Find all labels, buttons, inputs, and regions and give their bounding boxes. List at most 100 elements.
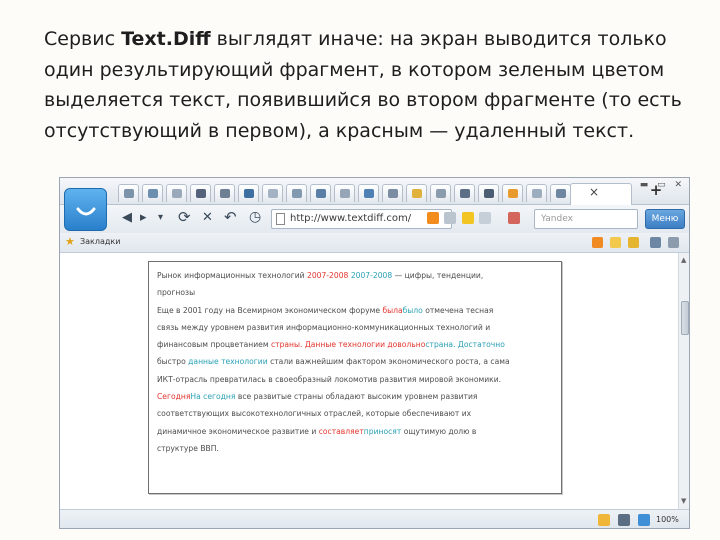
history-icon[interactable]: ◷ [249,209,261,225]
tab-4[interactable] [190,184,211,202]
tab-5[interactable] [214,184,235,202]
navigation-bar: ◀ ▸ ▾ ⟳ ✕ ↶ ◷ http://www.textdiff.com/ Y… [60,205,689,233]
scroll-down-icon[interactable]: ▼ [681,497,686,505]
diff-text-segment: динамичное экономическое развитие и [157,426,319,436]
diff-text-segment: ИКТ-отрасль превратилась в своеобразный … [157,374,502,384]
inserted-text: страна. Достаточно [425,340,505,350]
diff-text-segment: все развитые страны обладают высоким уро… [235,392,478,402]
tab-18[interactable] [526,184,547,202]
address-bar[interactable]: http://www.textdiff.com/ [271,209,452,229]
tab-6[interactable] [238,184,259,202]
deleted-text: была [382,305,403,315]
tab-9[interactable] [310,184,331,202]
diff-text-segment: соответствующих высокотехнологичных отра… [157,409,472,419]
diff-text-segment: Еще в 2001 году на Всемирном экономическ… [157,305,383,315]
deleted-text: страны. Данные технологии довольно [270,340,426,350]
service-name: Text.Diff [121,28,211,50]
browser-window: × + ▬ ▭ ✕ ◀ ▸ ▾ ⟳ ✕ ↶ ◷ http://www.textd… [59,177,690,529]
dropdown-icon[interactable] [479,212,491,224]
deleted-text: составляет [318,426,364,436]
page-content: Рынок информационных технологий 2007-200… [60,253,678,509]
diff-text-segment: Рынок информационных технологий [157,271,307,280]
tab-active-textdiff[interactable] [570,183,632,205]
page-icon [276,213,285,225]
diff-text-segment: — цифры, тенденции, [392,271,484,280]
tab-17[interactable] [502,184,523,202]
diff-line: связь между уровнем развития информацион… [157,319,551,336]
tab-10[interactable] [334,184,355,202]
tab-16[interactable] [478,184,499,202]
deleted-text: Сегодня [157,392,191,402]
tools-icon[interactable] [650,237,661,248]
sound-icon[interactable] [618,514,630,526]
window-controls[interactable]: ▬ ▭ ✕ [640,180,685,190]
deleted-text: 2007-2008 [306,271,349,280]
rss-feed-icon[interactable] [592,237,603,248]
bookmarks-bar: ★ Закладки [60,233,689,253]
history-dropdown-icon[interactable]: ▾ [158,212,163,223]
diff-text: Рынок информационных технологий 2007-200… [157,267,551,457]
diff-line: соответствующих высокотехнологичных отра… [157,405,551,422]
diff-result-box: Рынок информационных технологий 2007-200… [148,261,562,494]
diff-text-segment: ощутимую долю в [401,426,477,436]
search-input[interactable]: Yandex [534,209,638,229]
diff-line: динамичное экономическое развитие и сост… [157,423,551,440]
stop-icon[interactable]: ✕ [202,210,213,225]
tab-15[interactable] [454,184,475,202]
bookmarks-star-icon[interactable]: ★ [65,235,75,248]
diff-line: Рынок информационных технологий 2007-200… [157,267,551,284]
scroll-up-icon[interactable]: ▲ [681,256,686,264]
tab-8[interactable] [286,184,307,202]
status-bar: 100% [60,509,689,528]
vertical-scrollbar[interactable]: ▲ ▼ [678,253,689,509]
diff-line: СегодняНа сегодня все развитые страны об… [157,388,551,405]
menu-button[interactable]: Меню [645,209,685,229]
zoom-icon[interactable] [638,514,650,526]
settings-icon[interactable] [668,237,679,248]
slide-text-start: Сервис [44,28,122,50]
tab-bar: × + ▬ ▭ ✕ [60,178,689,205]
address-url: http://www.textdiff.com/ [290,213,412,224]
diff-text-segment: финансовым процветанием [157,340,271,350]
diff-line: финансовым процветанием страны. Данные т… [157,336,551,353]
diff-line: ИКТ-отрасль превратилась в своеобразный … [157,371,551,388]
back-icon[interactable]: ◀ [122,210,132,225]
tab-2[interactable] [142,184,163,202]
tab-12[interactable] [382,184,403,202]
inserted-text: было [402,305,423,315]
tab-19[interactable] [550,184,571,202]
tab-11[interactable] [358,184,379,202]
reload-icon[interactable]: ⟳ [178,208,191,226]
diff-line: структуре ВВП. [157,440,551,457]
diff-line: быстро данные технологии стали важнейшим… [157,353,551,370]
zoom-level[interactable]: 100% [656,515,679,524]
scroll-thumb[interactable] [681,301,689,335]
forward-icon[interactable]: ▸ [140,210,147,225]
diff-line: прогнозы [157,284,551,301]
undo-icon[interactable]: ↶ [224,208,237,226]
diff-text-segment: прогнозы [157,288,196,298]
tab-1[interactable] [118,184,139,202]
slide-paragraph: Сервис Text.Diff выглядят иначе: на экра… [44,24,694,146]
note-icon[interactable] [610,237,621,248]
tab-3[interactable] [166,184,187,202]
inserted-text: данные технологии [188,357,268,367]
close-tab-icon[interactable]: × [589,185,599,199]
inserted-text: приносят [363,426,402,436]
browser-logo-icon[interactable] [64,188,107,231]
diff-text-segment: отмечена тесная [422,305,494,315]
mail-icon[interactable] [628,237,639,248]
address-dropdown-icon[interactable] [444,212,456,224]
tab-14[interactable] [430,184,451,202]
rss-icon[interactable] [427,212,439,224]
tab-7[interactable] [262,184,283,202]
diff-text-segment: стали важнейшим фактором экономического … [267,357,510,367]
lightning-icon[interactable] [462,212,474,224]
diff-text-segment: быстро [157,357,189,367]
bookmarks-label[interactable]: Закладки [80,237,120,246]
notes-icon[interactable] [598,514,610,526]
diff-text-segment: связь между уровнем развития информацион… [157,322,491,332]
tab-13[interactable] [406,184,427,202]
download-icon[interactable] [508,212,520,224]
diff-text-segment: структуре ВВП. [157,443,219,453]
